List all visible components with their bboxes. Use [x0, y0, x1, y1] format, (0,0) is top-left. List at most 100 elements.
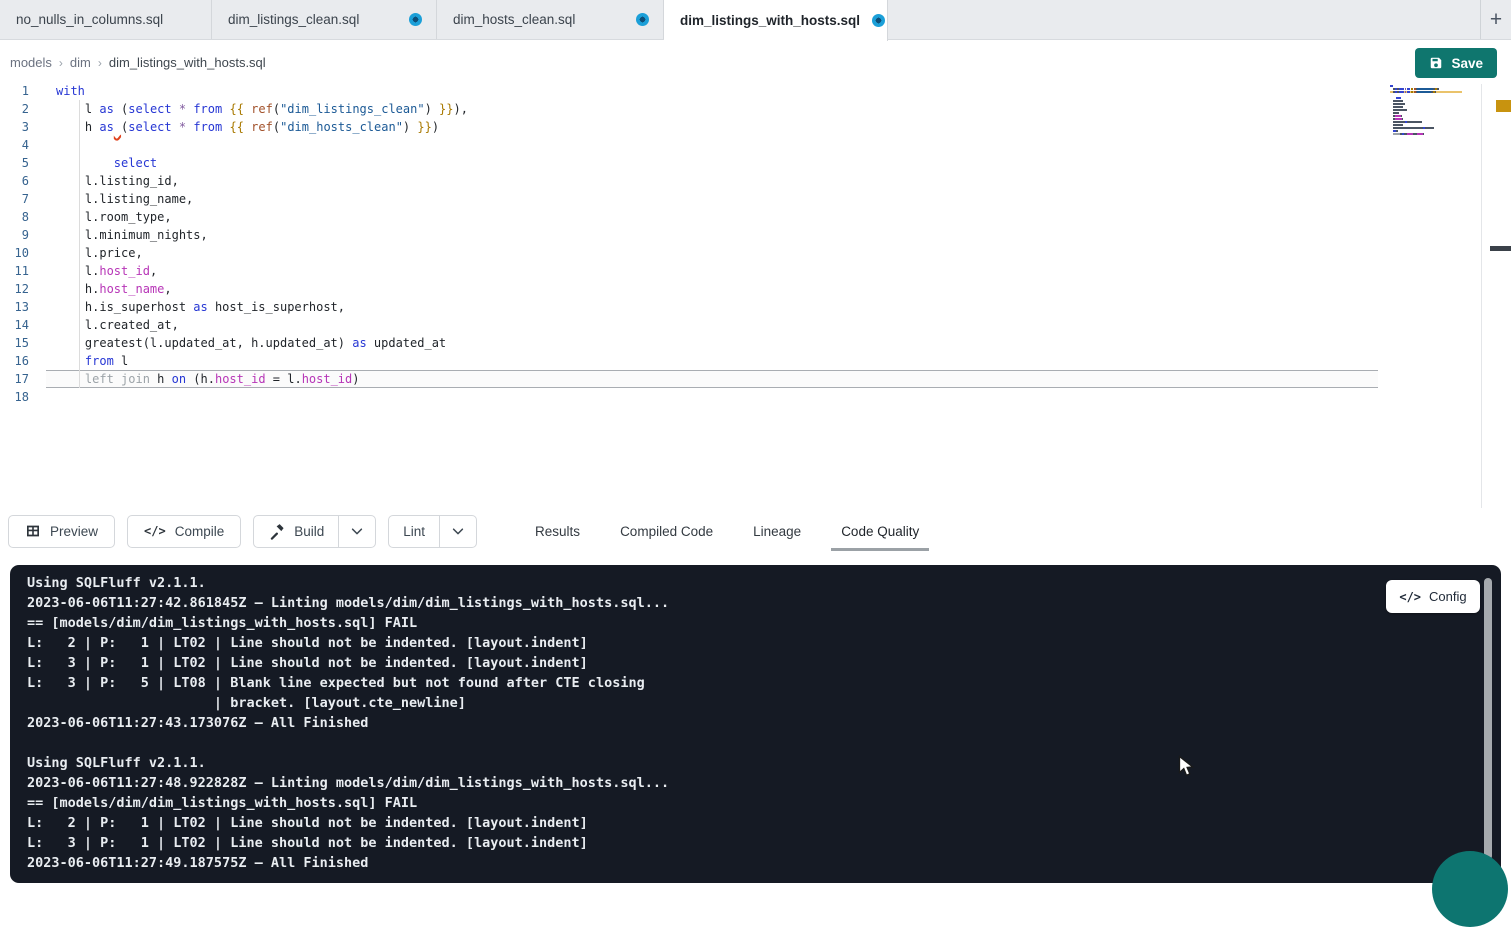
new-tab-button[interactable]: + — [1480, 0, 1511, 39]
minimap-line — [1390, 100, 1462, 102]
tab-label: dim_hosts_clean.sql — [453, 12, 575, 27]
tab-lineage[interactable]: Lineage — [751, 520, 803, 543]
line-number: 12 — [0, 280, 44, 298]
code-line[interactable]: 15 greatest(l.updated_at, h.updated_at) … — [0, 334, 1511, 352]
lint-button[interactable]: Lint — [389, 516, 439, 547]
code-line-text: l.room_type, — [44, 208, 172, 226]
code-line-text: from l — [44, 352, 128, 370]
minimap[interactable] — [1390, 85, 1462, 139]
build-dropdown-button[interactable] — [338, 516, 375, 547]
code-line[interactable]: 10 l.price, — [0, 244, 1511, 262]
tab-dim-hosts-clean[interactable]: dim_hosts_clean.sql — [437, 0, 664, 39]
terminal-line: L: 3 | P: 1 | LT02 | Line should not be … — [27, 653, 1391, 673]
code-line-text: with — [44, 82, 85, 100]
code-line-text: l.created_at, — [44, 316, 179, 334]
code-line[interactable]: 18 — [0, 388, 1511, 406]
config-button[interactable]: </> Config — [1386, 580, 1480, 613]
code-line[interactable]: 13 h.is_superhost as host_is_superhost, — [0, 298, 1511, 316]
minimap-line — [1390, 130, 1462, 132]
code-line-text: h.is_superhost as host_is_superhost, — [44, 298, 345, 316]
chevron-down-icon — [350, 524, 364, 538]
code-line-text: l.host_id, — [44, 262, 157, 280]
tab-dim-listings-clean[interactable]: dim_listings_clean.sql — [212, 0, 437, 39]
preview-button[interactable]: Preview — [8, 515, 115, 548]
code-line[interactable]: 11 l.host_id, — [0, 262, 1511, 280]
code-line-text: l as (select * from {{ ref("dim_listings… — [44, 100, 468, 118]
minimap-line — [1390, 97, 1462, 99]
active-tab-underline — [831, 548, 929, 551]
code-editor[interactable]: 1with2 l as (select * from {{ ref("dim_l… — [0, 82, 1511, 512]
line-number: 11 — [0, 262, 44, 280]
minimap-line — [1390, 88, 1462, 90]
terminal-line: Using SQLFluff v2.1.1. — [27, 573, 1391, 593]
modified-indicator-icon — [872, 14, 885, 27]
code-line[interactable]: 8 l.room_type, — [0, 208, 1511, 226]
chevron-right-icon: › — [98, 56, 102, 70]
tab-label: dim_listings_with_hosts.sql — [680, 13, 860, 28]
code-line[interactable]: 4 — [0, 136, 1511, 154]
code-line-text: h.host_name, — [44, 280, 172, 298]
code-line-text: select — [44, 154, 157, 172]
tab-compiled-code[interactable]: Compiled Code — [618, 520, 715, 543]
mouse-cursor — [1178, 755, 1197, 784]
code-line-text: l.listing_id, — [44, 172, 179, 190]
help-floating-button[interactable] — [1432, 851, 1508, 927]
minimap-line — [1390, 109, 1462, 111]
line-number: 9 — [0, 226, 44, 244]
terminal-line: 2023-06-06T11:27:43.173076Z — All Finish… — [27, 713, 1391, 733]
lint-dropdown-button[interactable] — [439, 516, 476, 547]
build-button[interactable]: Build — [254, 516, 338, 547]
minimap-line — [1390, 118, 1462, 120]
tab-results[interactable]: Results — [533, 520, 582, 543]
code-line[interactable]: 16 from l — [0, 352, 1511, 370]
tab-code-quality[interactable]: Code Quality — [839, 520, 921, 543]
line-number: 8 — [0, 208, 44, 226]
code-line[interactable]: 5 select — [0, 154, 1511, 172]
terminal-scrollbar[interactable] — [1484, 578, 1492, 860]
tab-no-nulls-in-columns[interactable]: no_nulls_in_columns.sql — [0, 0, 212, 39]
code-line-text: left join h on (h.host_id = l.host_id) — [44, 370, 360, 388]
code-line[interactable]: 7 l.listing_name, — [0, 190, 1511, 208]
line-number: 13 — [0, 298, 44, 316]
line-number: 7 — [0, 190, 44, 208]
code-line[interactable]: 17 left join h on (h.host_id = l.host_id… — [0, 370, 1511, 388]
editor-toolbar: Preview </> Compile Build Lint Results — [0, 508, 1511, 554]
save-button[interactable]: Save — [1415, 48, 1497, 78]
minimap-line — [1390, 127, 1462, 129]
minimap-line — [1390, 136, 1462, 138]
code-line[interactable]: 3 h as (select * from {{ ref("dim_hosts_… — [0, 118, 1511, 136]
terminal-line: == [models/dim/dim_listings_with_hosts.s… — [27, 613, 1391, 633]
breadcrumb-item-models[interactable]: models — [10, 55, 52, 70]
tab-code-quality-label: Code Quality — [841, 524, 919, 539]
line-number: 18 — [0, 388, 44, 406]
preview-button-label: Preview — [50, 524, 98, 539]
breadcrumb-item-dim[interactable]: dim — [70, 55, 91, 70]
line-number: 14 — [0, 316, 44, 334]
line-number: 15 — [0, 334, 44, 352]
terminal-line: L: 2 | P: 1 | LT02 | Line should not be … — [27, 813, 1391, 833]
terminal-line: == [models/dim/dim_listings_with_hosts.s… — [27, 793, 1391, 813]
terminal-line: | bracket. [layout.cte_newline] — [27, 693, 1391, 713]
code-line[interactable]: 2 l as (select * from {{ ref("dim_listin… — [0, 100, 1511, 118]
tab-dim-listings-with-hosts[interactable]: dim_listings_with_hosts.sql — [664, 0, 888, 41]
code-line[interactable]: 9 l.minimum_nights, — [0, 226, 1511, 244]
code-line[interactable]: 14 l.created_at, — [0, 316, 1511, 334]
minimap-line — [1390, 124, 1462, 126]
modified-indicator-icon — [409, 13, 422, 26]
lint-button-label: Lint — [403, 524, 425, 539]
minimap-line — [1390, 112, 1462, 114]
compile-button[interactable]: </> Compile — [127, 515, 241, 548]
code-line-text: l.minimum_nights, — [44, 226, 208, 244]
line-number: 16 — [0, 352, 44, 370]
result-tabs: Results Compiled Code Lineage Code Quali… — [533, 508, 921, 554]
terminal-line: L: 2 | P: 1 | LT02 | Line should not be … — [27, 633, 1391, 653]
code-line[interactable]: 1with — [0, 82, 1511, 100]
minimap-line — [1390, 85, 1462, 87]
line-number: 1 — [0, 82, 44, 100]
code-line[interactable]: 6 l.listing_id, — [0, 172, 1511, 190]
hammer-icon — [268, 523, 285, 540]
line-number: 3 — [0, 118, 44, 136]
code-line[interactable]: 12 h.host_name, — [0, 280, 1511, 298]
code-line-text: l.price, — [44, 244, 143, 262]
build-button-label: Build — [294, 524, 324, 539]
